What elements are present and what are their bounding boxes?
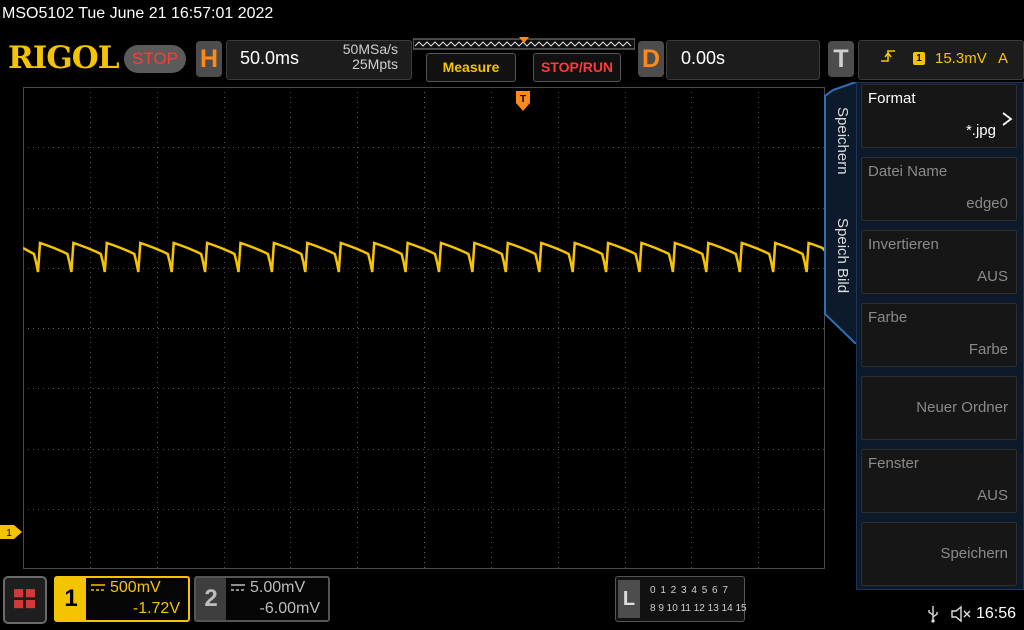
sound-muted-icon[interactable]: [950, 605, 972, 623]
window-label: Fenster: [868, 455, 919, 472]
channel-1-offset: -1.72V: [132, 600, 180, 617]
color-value: Farbe: [968, 341, 1008, 358]
invert-value: AUS: [977, 268, 1008, 285]
rising-edge-icon: [881, 50, 895, 62]
main-menu-button[interactable]: [3, 576, 47, 624]
timebase-value: 50.0ms: [240, 48, 300, 68]
trigger-level: 15.3mV: [935, 50, 987, 67]
channel-2-offset: -6.00mV: [259, 600, 320, 617]
color-label: Farbe: [868, 309, 908, 326]
svg-text:T: T: [520, 94, 526, 105]
file-name-label: Datei Name: [868, 163, 948, 180]
channel-2-number: 2: [196, 578, 226, 620]
menu-item-save[interactable]: Speichern: [861, 522, 1017, 586]
menu-item-color[interactable]: Farbe Farbe: [861, 303, 1017, 367]
sample-rate: 50MSa/s: [342, 41, 398, 57]
format-value: *.jpg: [965, 122, 996, 139]
invert-label: Invertieren: [868, 236, 939, 253]
format-label: Format: [868, 90, 916, 107]
menu-item-invert[interactable]: Invertieren AUS: [861, 230, 1017, 294]
menu-item-file-name[interactable]: Datei Name edge0: [861, 157, 1017, 221]
acquisition-info: 50MSa/s 25Mpts: [332, 42, 398, 72]
channel-2-scale: 5.00mV: [250, 579, 306, 596]
trigger-source-badge: 1: [913, 52, 925, 65]
stop-run-button[interactable]: STOP/RUN: [533, 53, 621, 82]
memory-position-indicator: [413, 37, 635, 50]
dc-coupling-icon: [91, 584, 105, 591]
waveform-display[interactable]: [23, 87, 825, 569]
trigger-mode: A: [998, 50, 1009, 67]
logic-analyzer-label: L: [618, 580, 640, 618]
svg-text:1: 1: [6, 528, 12, 539]
measure-button[interactable]: Measure: [426, 53, 516, 82]
usb-icon: [928, 606, 938, 623]
digital-channels-0-7: 0 1 2 3 4 5 6 7: [650, 585, 729, 596]
channel-1-scale: 500mV: [110, 579, 161, 596]
tab-speich-bild[interactable]: Speich Bild: [834, 218, 851, 293]
menu-item-format[interactable]: Format *.jpg: [861, 84, 1017, 148]
graticule: [23, 87, 825, 569]
new-folder-label: Neuer Ordner: [916, 399, 1008, 416]
file-name-value: edge0: [966, 195, 1008, 212]
save-label: Speichern: [940, 545, 1008, 562]
menu-item-new-folder[interactable]: Neuer Ordner: [861, 376, 1017, 440]
digital-channels-8-15: 8 9 10 11 12 13 14 15: [650, 603, 747, 614]
run-status-badge[interactable]: STOP: [124, 45, 186, 73]
rigol-logo: RIGOL: [8, 40, 120, 76]
channel-1-offset-marker[interactable]: 1: [0, 525, 22, 539]
tab-speichern[interactable]: Speichern: [834, 107, 851, 175]
delay-value: 0.00s: [681, 48, 726, 68]
memory-depth: 25Mpts: [352, 56, 398, 72]
chevron-right-icon: [1002, 112, 1013, 126]
horizontal-label[interactable]: H: [196, 41, 222, 77]
trigger-time-marker-icon[interactable]: T: [516, 91, 530, 111]
trigger-label[interactable]: T: [828, 41, 854, 77]
device-title-bar: MSO5102 Tue June 21 16:57:01 2022: [2, 5, 274, 22]
dc-coupling-icon: [231, 584, 245, 591]
menu-item-window[interactable]: Fenster AUS: [861, 449, 1017, 513]
delay-label[interactable]: D: [638, 41, 664, 77]
system-clock: 16:56: [976, 605, 1017, 622]
channel-1-number: 1: [56, 578, 86, 620]
window-value: AUS: [977, 487, 1008, 504]
